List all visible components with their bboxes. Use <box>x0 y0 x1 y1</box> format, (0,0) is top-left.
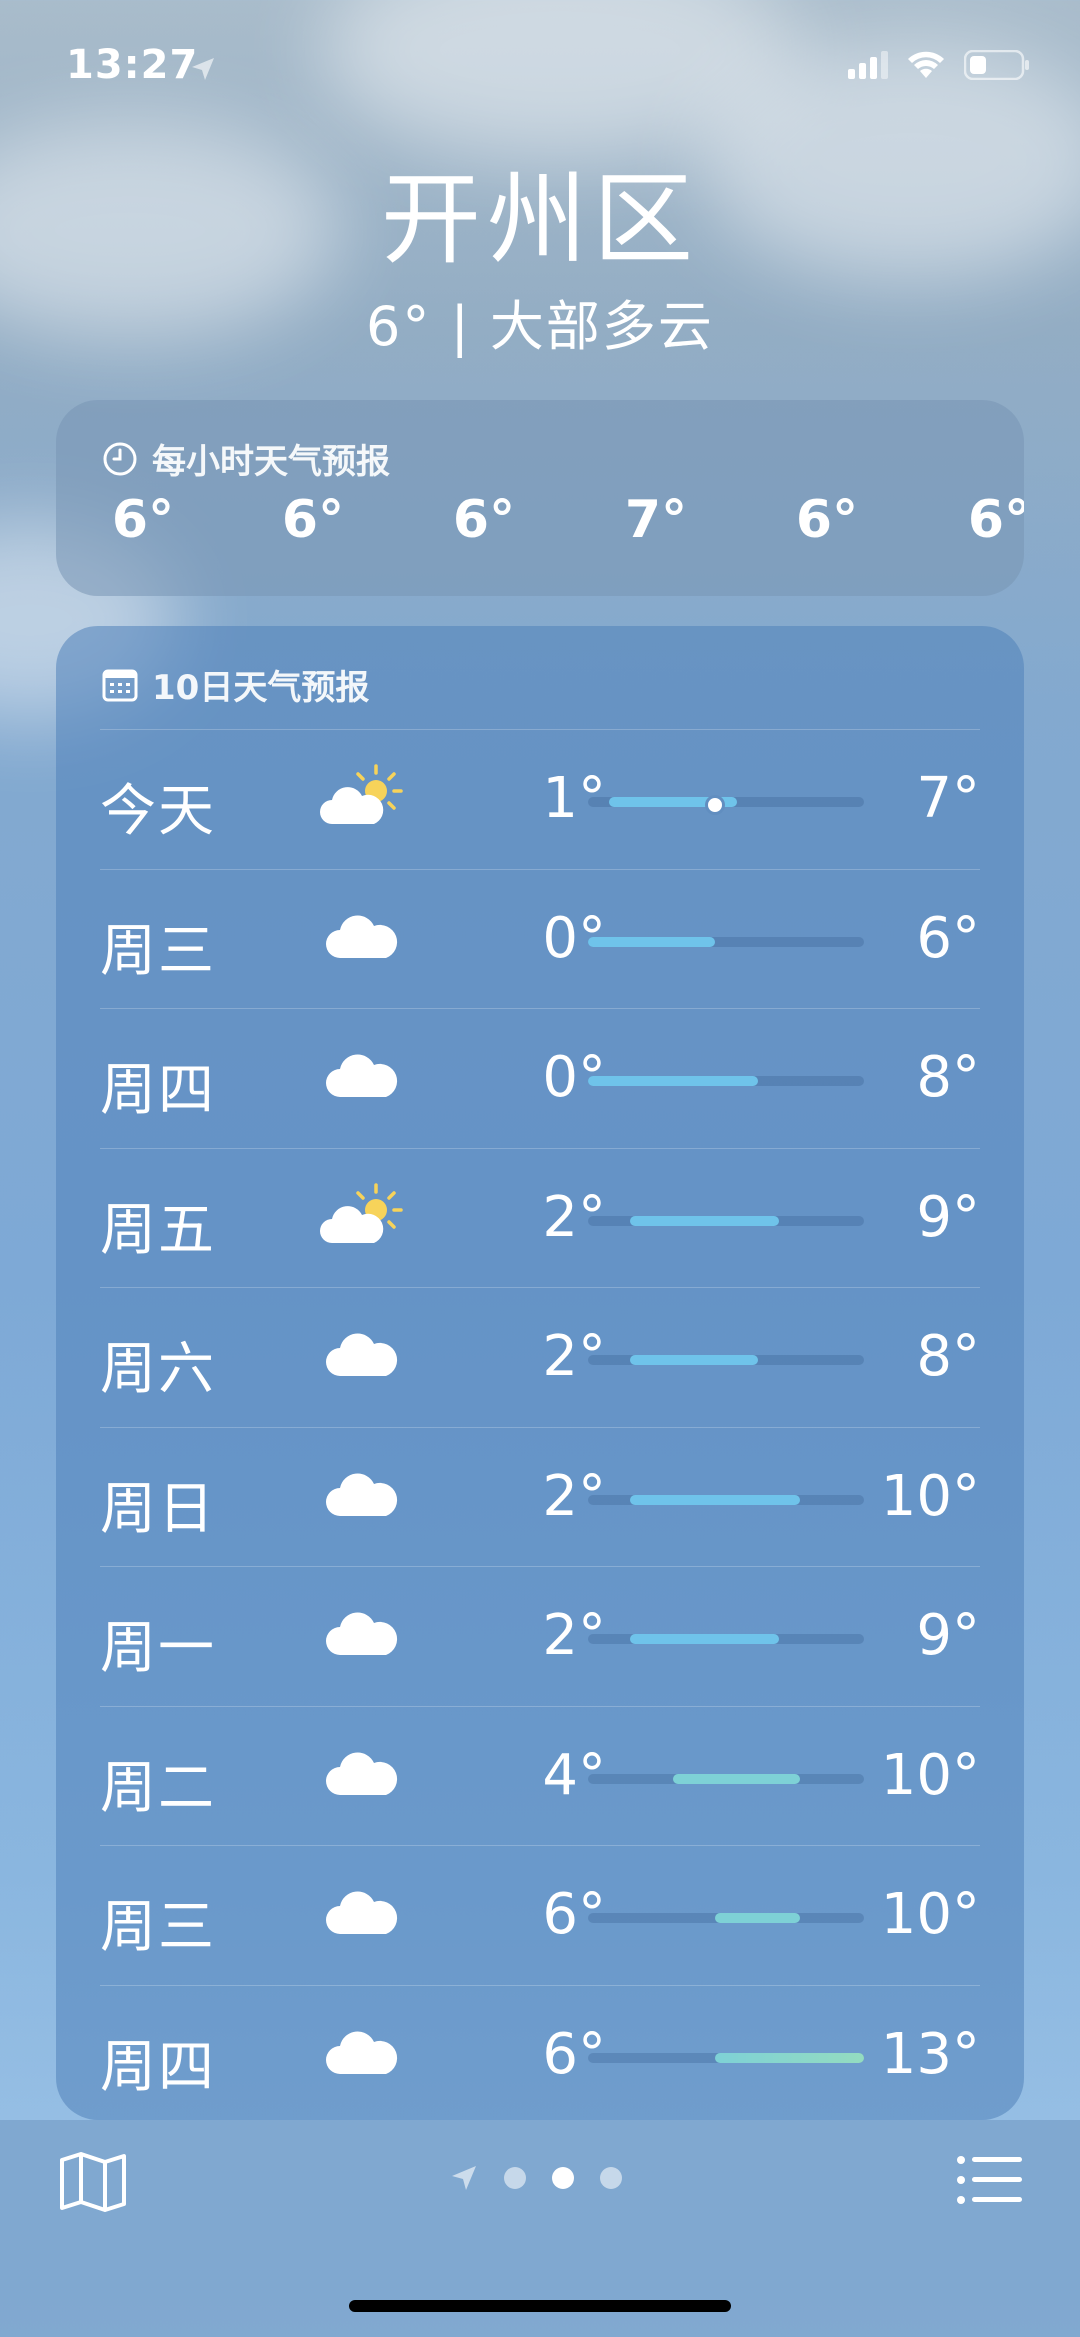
daily-row[interactable]: 周四 6° 13° <box>56 1986 1024 2125</box>
hourly-temp: 6° <box>967 490 1024 550</box>
page-dot[interactable] <box>504 2167 526 2189</box>
day-label: 周六 <box>100 1337 216 1402</box>
cloud-icon <box>318 1458 404 1528</box>
temp-range-bar <box>588 1773 864 1784</box>
temp-range-fill <box>630 1215 780 1226</box>
status-time: 13:27 <box>66 42 199 88</box>
clock-icon <box>103 442 137 475</box>
hourly-title: 每小时天气预报 <box>152 442 390 482</box>
location-header: 开州区 6° | 大部多云 <box>0 160 1080 361</box>
daily-row[interactable]: 周六 2° 8° <box>56 1288 1024 1427</box>
partly-sunny-icon <box>318 1179 404 1249</box>
daily-row[interactable]: 今天 1° 7° <box>56 730 1024 869</box>
city-name: 开州区 <box>381 161 699 278</box>
high-temp: 8° <box>916 1045 980 1110</box>
hourly-temp: 6° <box>111 490 175 550</box>
calendar-icon <box>102 669 138 701</box>
hourly-temp: 6° <box>795 490 859 550</box>
cloud-icon <box>318 1039 404 1109</box>
cloud-icon <box>318 1876 404 1946</box>
wifi-icon <box>908 51 944 78</box>
cloud-icon <box>318 1318 404 1388</box>
partly-sunny-icon <box>318 760 404 830</box>
daily-row[interactable]: 周四 0° 8° <box>56 1009 1024 1148</box>
cellular-signal-icon <box>848 51 888 79</box>
high-temp: 9° <box>916 1184 980 1250</box>
temp-range-fill <box>715 1913 801 1923</box>
location-page-icon[interactable] <box>450 2164 478 2192</box>
status-bar: 13:27 <box>0 0 1080 140</box>
daily-row[interactable]: 周一 2° 9° <box>56 1567 1024 1706</box>
day-label: 周三 <box>100 918 216 984</box>
list-icon[interactable] <box>956 2154 1022 2206</box>
high-temp: 7° <box>916 766 980 831</box>
high-temp: 6° <box>916 905 980 971</box>
temp-range-fill <box>630 1634 780 1644</box>
temp-range-fill <box>588 1076 758 1086</box>
high-temp: 8° <box>916 1324 980 1389</box>
page-dot-active[interactable] <box>552 2167 574 2189</box>
day-label: 周四 <box>100 1058 216 1123</box>
page-dot[interactable] <box>600 2167 622 2189</box>
day-label: 周五 <box>100 1197 216 1263</box>
temp-range-fill <box>630 1355 758 1365</box>
day-label: 周日 <box>100 1476 216 1542</box>
current-temp-dot <box>705 795 726 815</box>
high-temp: 10° <box>880 1742 980 1808</box>
temp-range-bar <box>588 1076 864 1086</box>
hourly-temp: 6° <box>281 490 345 550</box>
daily-row[interactable]: 周三 0° 6° <box>56 870 1024 1009</box>
hourly-scroller[interactable]: 6° 6° 6° 7° 6° 6° <box>56 490 1024 580</box>
day-label: 周一 <box>100 1616 216 1681</box>
home-indicator[interactable] <box>349 2300 731 2312</box>
hourly-temp: 7° <box>624 490 688 550</box>
temp-range-bar <box>588 795 864 815</box>
temp-range-bar <box>588 1634 864 1644</box>
map-icon[interactable] <box>58 2150 128 2214</box>
battery-icon <box>964 50 1029 80</box>
daily-forecast-card[interactable]: 10日天气预报 今天 1° 7° 周三 0° 6° 周四 0° 8° 周五 2° 9° 周六 2° 8° 周日… <box>56 626 1024 2120</box>
current-summary: 6° | 大部多云 <box>366 295 714 358</box>
day-label: 今天 <box>100 779 216 844</box>
page-indicator[interactable] <box>450 2164 622 2192</box>
daily-row[interactable]: 周日 2° 10° <box>56 1428 1024 1567</box>
daily-title: 10日天气预报 <box>152 668 370 708</box>
cloud-icon <box>318 900 404 970</box>
location-arrow-icon <box>192 58 214 80</box>
temp-range-bar <box>588 1215 864 1226</box>
temp-range-bar <box>588 1913 864 1923</box>
hourly-forecast-card[interactable]: 每小时天气预报 6° 6° 6° 7° 6° 6° <box>56 400 1024 596</box>
day-label: 周四 <box>100 2034 216 2100</box>
high-temp: 9° <box>916 1603 980 1668</box>
high-temp: 13° <box>880 2021 980 2087</box>
cloud-icon <box>318 1597 404 1667</box>
day-label: 周二 <box>100 1755 216 1821</box>
temp-range-bar <box>588 2052 864 2063</box>
temp-range-fill <box>588 936 716 947</box>
temp-range-fill <box>672 1773 801 1784</box>
temp-range-bar <box>588 1355 864 1365</box>
high-temp: 10° <box>880 1463 980 1529</box>
day-label: 周三 <box>100 1895 216 1960</box>
daily-row[interactable]: 周三 6° 10° <box>56 1846 1024 1985</box>
cloud-icon <box>318 2016 404 2086</box>
daily-row[interactable]: 周五 2° 9° <box>56 1149 1024 1288</box>
temp-range-bar <box>588 1494 864 1505</box>
high-temp: 10° <box>880 1882 980 1947</box>
temp-range-bar <box>588 936 864 947</box>
cloud-icon <box>318 1737 404 1807</box>
temp-range-fill <box>630 1494 801 1505</box>
hourly-temp: 6° <box>452 490 516 550</box>
daily-row[interactable]: 周二 4° 10° <box>56 1707 1024 1846</box>
